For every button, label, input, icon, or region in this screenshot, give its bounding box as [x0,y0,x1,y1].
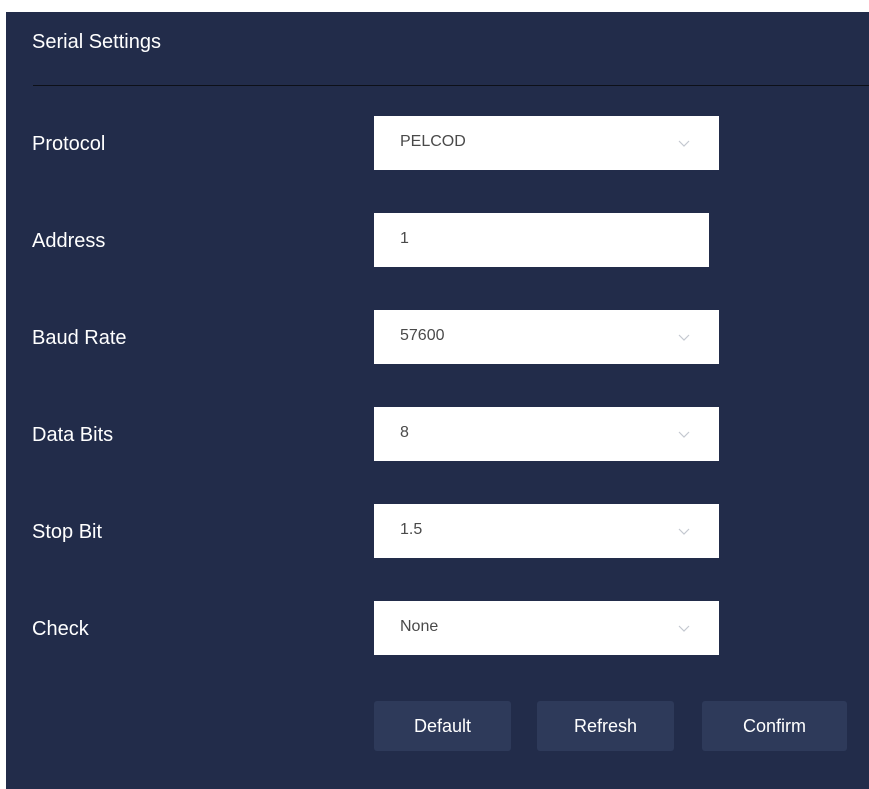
check-select[interactable]: None [374,601,719,655]
address-input[interactable] [400,227,680,251]
baud-rate-select-value: 57600 [400,327,445,344]
protocol-select-value: PELCOD [400,133,466,150]
chevron-down-icon [678,140,690,147]
stop-bit-select[interactable]: 1.5 [374,504,719,558]
address-label: Address [32,230,106,252]
check-select-value: None [400,618,439,635]
panel-title: Serial Settings [32,31,161,53]
chevron-down-icon [678,334,690,341]
protocol-label: Protocol [32,133,106,155]
refresh-button[interactable]: Refresh [537,701,674,751]
data-bits-label: Data Bits [32,424,114,446]
stop-bit-select-value: 1.5 [400,521,423,538]
check-label: Check [32,618,89,640]
serial-settings-panel: Serial Settings Protocol PELCOD Address … [6,12,869,789]
protocol-select[interactable]: PELCOD [374,116,719,170]
data-bits-select-value: 8 [400,424,409,441]
stop-bit-label: Stop Bit [32,521,103,543]
confirm-button[interactable]: Confirm [702,701,847,751]
baud-rate-label: Baud Rate [32,327,127,349]
chevron-down-icon [678,625,690,632]
default-button[interactable]: Default [374,701,511,751]
address-field[interactable] [374,213,709,267]
baud-rate-select[interactable]: 57600 [374,310,719,364]
chevron-down-icon [678,431,690,438]
data-bits-select[interactable]: 8 [374,407,719,461]
title-divider [33,85,869,86]
chevron-down-icon [678,528,690,535]
